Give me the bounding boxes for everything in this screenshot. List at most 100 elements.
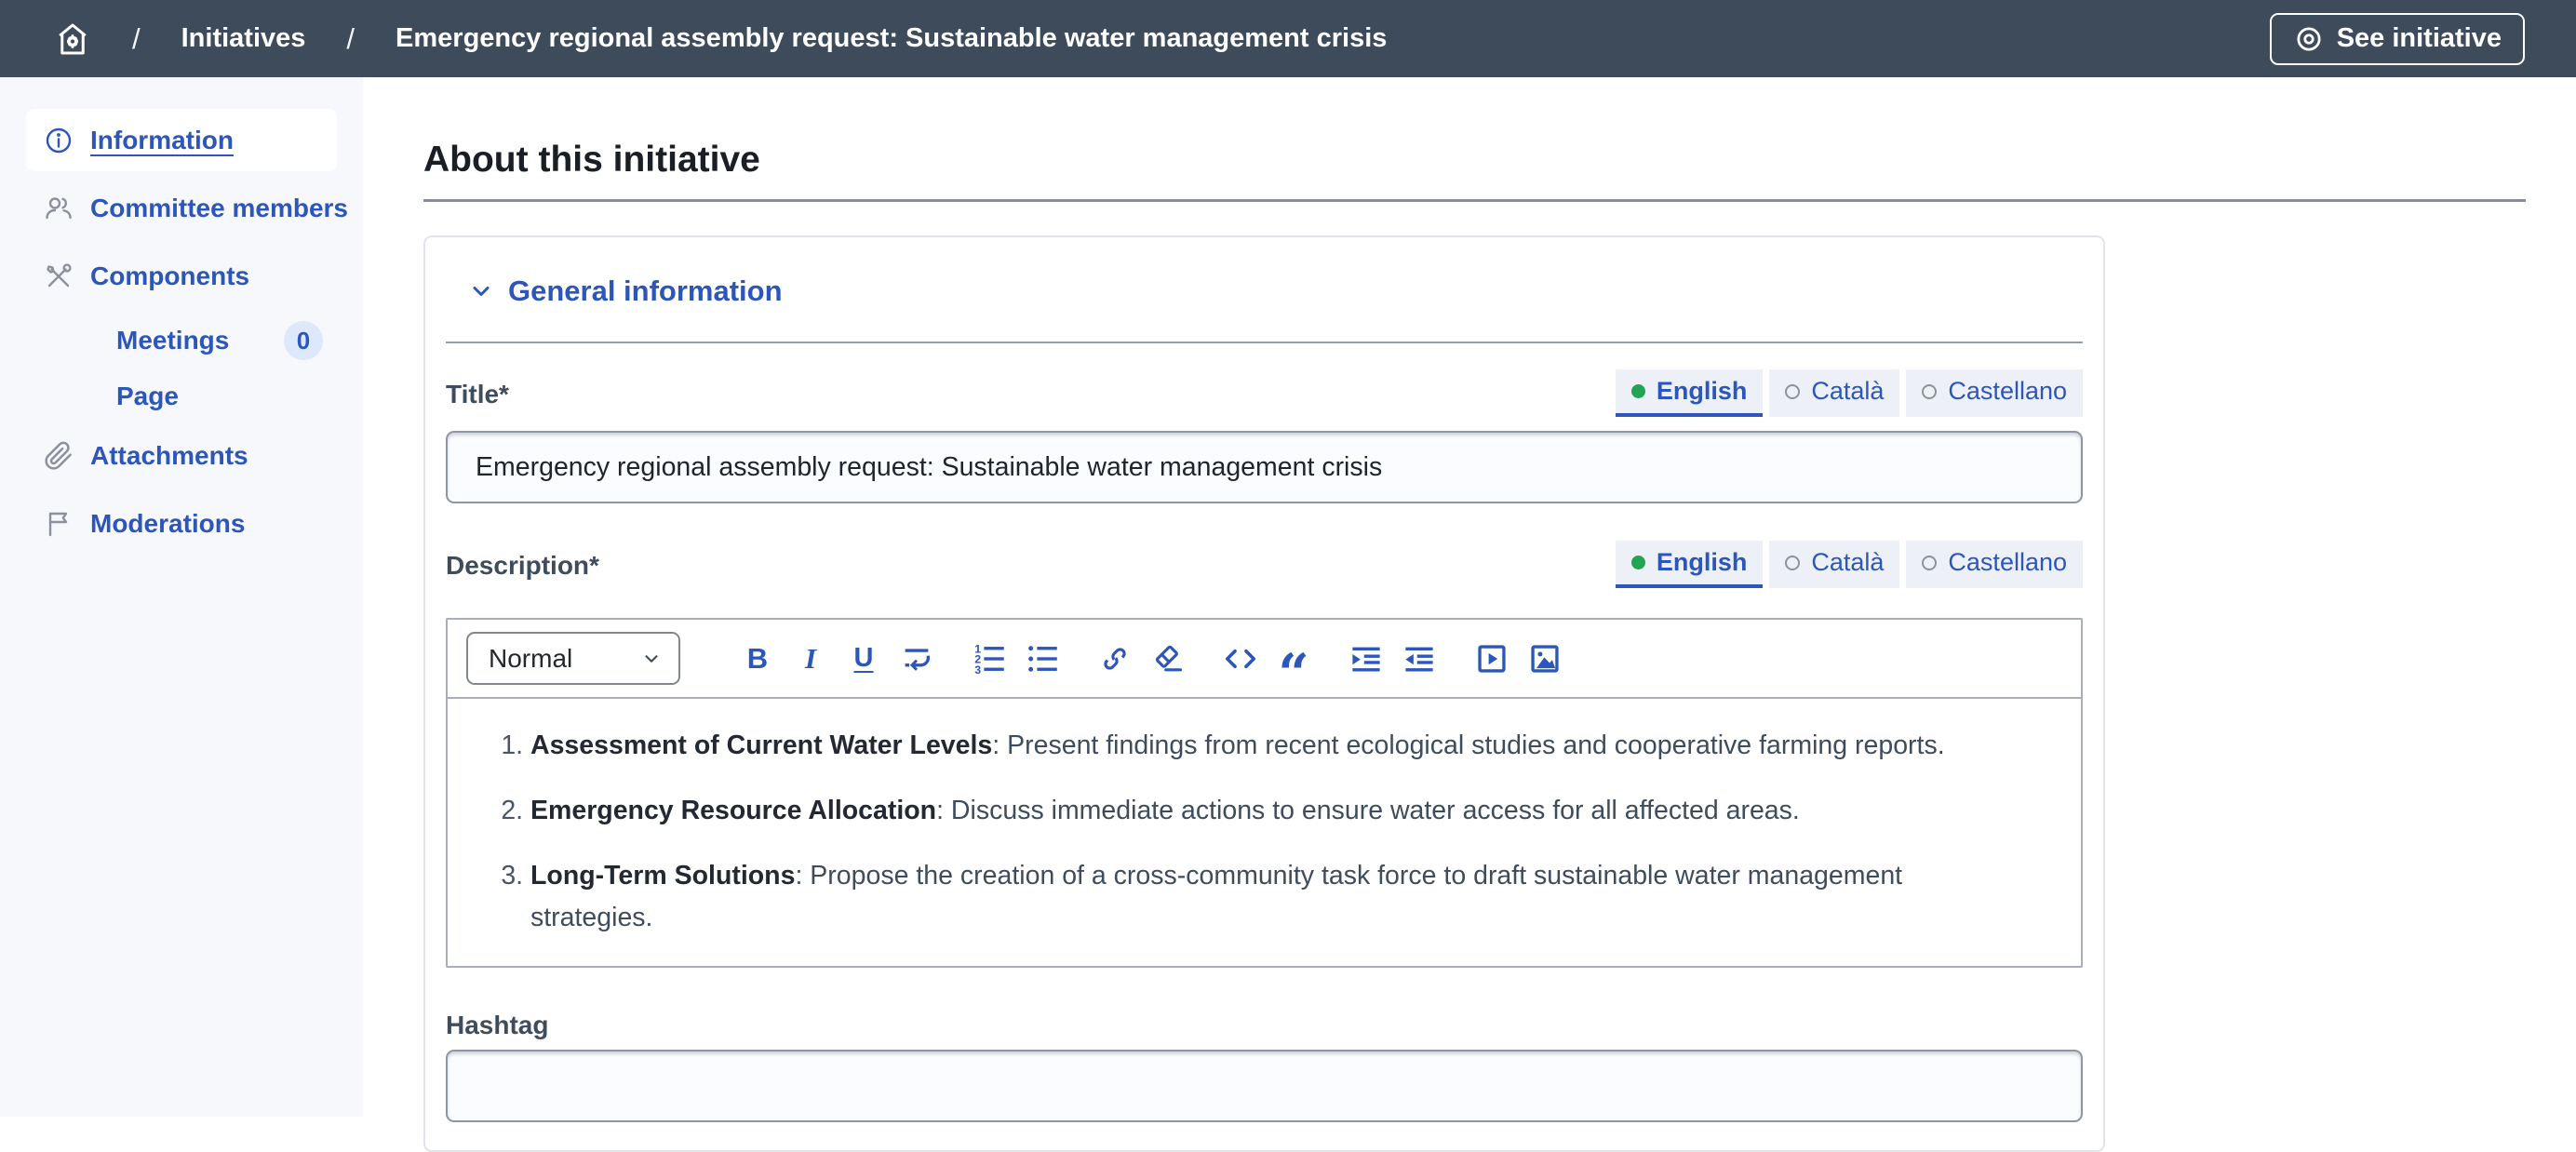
see-initiative-label: See initiative — [2337, 23, 2502, 54]
chevron-down-icon — [641, 649, 662, 669]
list-item-bold-text: Assessment of Current Water Levels — [530, 730, 992, 760]
ordered-list-icon: 1 2 3 — [973, 642, 1006, 676]
editor-italic-button[interactable]: I — [790, 637, 831, 680]
hollow-circle-icon — [1922, 384, 1937, 399]
link-icon — [1098, 642, 1132, 676]
list-item: Emergency Resource Allocation: Discuss i… — [530, 790, 1982, 831]
chevron-down-icon — [468, 278, 494, 304]
title-input[interactable] — [446, 431, 2083, 503]
outdent-icon — [1402, 642, 1436, 676]
format-select[interactable]: Normal — [466, 632, 680, 685]
home-gear-icon — [54, 20, 91, 58]
line-break-icon — [900, 642, 933, 676]
bullet-list-icon — [1026, 642, 1059, 676]
sidebar-item-label: Page — [116, 382, 179, 411]
title-language-tabs: English Català Castellano — [1616, 369, 2083, 417]
clear-format-icon — [1151, 642, 1185, 676]
tools-icon — [44, 261, 74, 291]
home-breadcrumb-link[interactable] — [54, 20, 91, 58]
list-item-text: : Present findings from recent ecologica… — [992, 730, 1944, 760]
hashtag-input[interactable] — [446, 1050, 2083, 1122]
sidebar-item-meetings[interactable]: Meetings 0 — [26, 313, 337, 368]
editor-outdent-button[interactable] — [1399, 637, 1440, 680]
code-icon — [1223, 641, 1258, 676]
meetings-count-badge: 0 — [284, 321, 323, 360]
list-item-text: : Discuss immediate actions to ensure wa… — [936, 796, 1800, 825]
users-icon — [44, 194, 74, 223]
editor-line-break-button[interactable] — [896, 637, 937, 680]
editor-toolbar: Normal B I U — [448, 620, 2081, 699]
breadcrumb-separator: / — [346, 22, 355, 56]
language-tab-label: Català — [1811, 377, 1884, 406]
filled-dot-icon — [1631, 384, 1645, 398]
general-information-card: General information Title* English Catal… — [423, 235, 2105, 1152]
editor-video-button[interactable] — [1471, 637, 1512, 680]
sidebar-item-label: Meetings — [116, 326, 229, 355]
flag-icon — [44, 509, 74, 539]
description-editor: Normal B I U — [446, 618, 2083, 968]
sidebar-item-label: Information — [90, 126, 234, 155]
language-tab-english[interactable]: English — [1616, 369, 1764, 417]
editor-indent-button[interactable] — [1346, 637, 1387, 680]
italic-icon: I — [805, 642, 816, 676]
description-ordered-list: Assessment of Current Water Levels: Pres… — [448, 725, 2025, 938]
editor-code-button[interactable] — [1220, 637, 1261, 680]
language-tab-label: English — [1657, 548, 1748, 577]
sidebar-item-components[interactable]: Components — [26, 245, 337, 307]
hollow-circle-icon — [1922, 556, 1937, 570]
hollow-circle-icon — [1785, 384, 1800, 399]
breadcrumb-separator: / — [132, 22, 141, 56]
language-tab-catala[interactable]: Català — [1769, 541, 1899, 588]
format-select-value: Normal — [489, 644, 572, 674]
eye-icon — [2293, 23, 2325, 55]
language-tab-catala[interactable]: Català — [1769, 369, 1899, 417]
page-title: About this initiative — [423, 140, 2526, 181]
underline-icon: U — [854, 643, 874, 674]
description-language-tabs: English Català Castellano — [1616, 541, 2083, 588]
editor-clear-format-button[interactable] — [1147, 637, 1188, 680]
sidebar-item-moderations[interactable]: Moderations — [26, 492, 337, 555]
sidebar-item-information[interactable]: Information — [26, 109, 337, 171]
sidebar-item-attachments[interactable]: Attachments — [26, 424, 337, 487]
title-field-row: Title* English Català Castellano — [446, 369, 2083, 417]
language-tab-label: Castellano — [1948, 548, 2067, 577]
list-item: Assessment of Current Water Levels: Pres… — [530, 725, 1982, 766]
topbar: / Initiatives / Emergency regional assem… — [0, 0, 2576, 77]
sidebar-item-committee-members[interactable]: Committee members — [26, 177, 337, 239]
see-initiative-button[interactable]: See initiative — [2270, 13, 2525, 65]
indent-icon — [1349, 642, 1383, 676]
filled-dot-icon — [1631, 556, 1645, 569]
video-icon — [1475, 642, 1509, 676]
sidebar-item-page[interactable]: Page — [26, 368, 337, 424]
paperclip-icon — [44, 441, 74, 471]
language-tab-castellano[interactable]: Castellano — [1906, 541, 2083, 588]
sidebar-item-label: Components — [90, 261, 249, 291]
editor-underline-button[interactable]: U — [843, 637, 884, 680]
list-item: Long-Term Solutions: Propose the creatio… — [530, 855, 1982, 937]
editor-link-button[interactable] — [1094, 637, 1135, 680]
language-tab-english[interactable]: English — [1616, 541, 1764, 588]
sidebar-item-label: Moderations — [90, 509, 245, 539]
breadcrumb-initiatives[interactable]: Initiatives — [181, 23, 306, 54]
bold-icon: B — [747, 642, 768, 676]
info-icon — [44, 126, 74, 155]
editor-image-button[interactable] — [1524, 637, 1565, 680]
general-information-toggle[interactable]: General information — [468, 275, 2083, 308]
image-icon — [1528, 642, 1562, 676]
section-divider — [446, 342, 2083, 343]
section-title: General information — [508, 275, 783, 308]
editor-bullet-list-button[interactable] — [1022, 637, 1063, 680]
list-item-bold-text: Emergency Resource Allocation — [530, 796, 936, 825]
language-tab-label: English — [1657, 377, 1748, 406]
editor-blockquote-button[interactable]: “ — [1273, 637, 1314, 680]
sidebar: Information Committee members — [0, 77, 363, 1117]
language-tab-label: Català — [1811, 548, 1884, 577]
editor-content[interactable]: Assessment of Current Water Levels: Pres… — [448, 699, 2081, 966]
title-label: Title* — [446, 380, 509, 417]
language-tab-castellano[interactable]: Castellano — [1906, 369, 2083, 417]
editor-ordered-list-button[interactable]: 1 2 3 — [969, 637, 1010, 680]
main-content: About this initiative General informatio… — [363, 77, 2576, 1117]
editor-bold-button[interactable]: B — [737, 637, 778, 680]
svg-text:3: 3 — [974, 663, 981, 675]
breadcrumb-current-page: Emergency regional assembly request: Sus… — [396, 23, 1387, 54]
